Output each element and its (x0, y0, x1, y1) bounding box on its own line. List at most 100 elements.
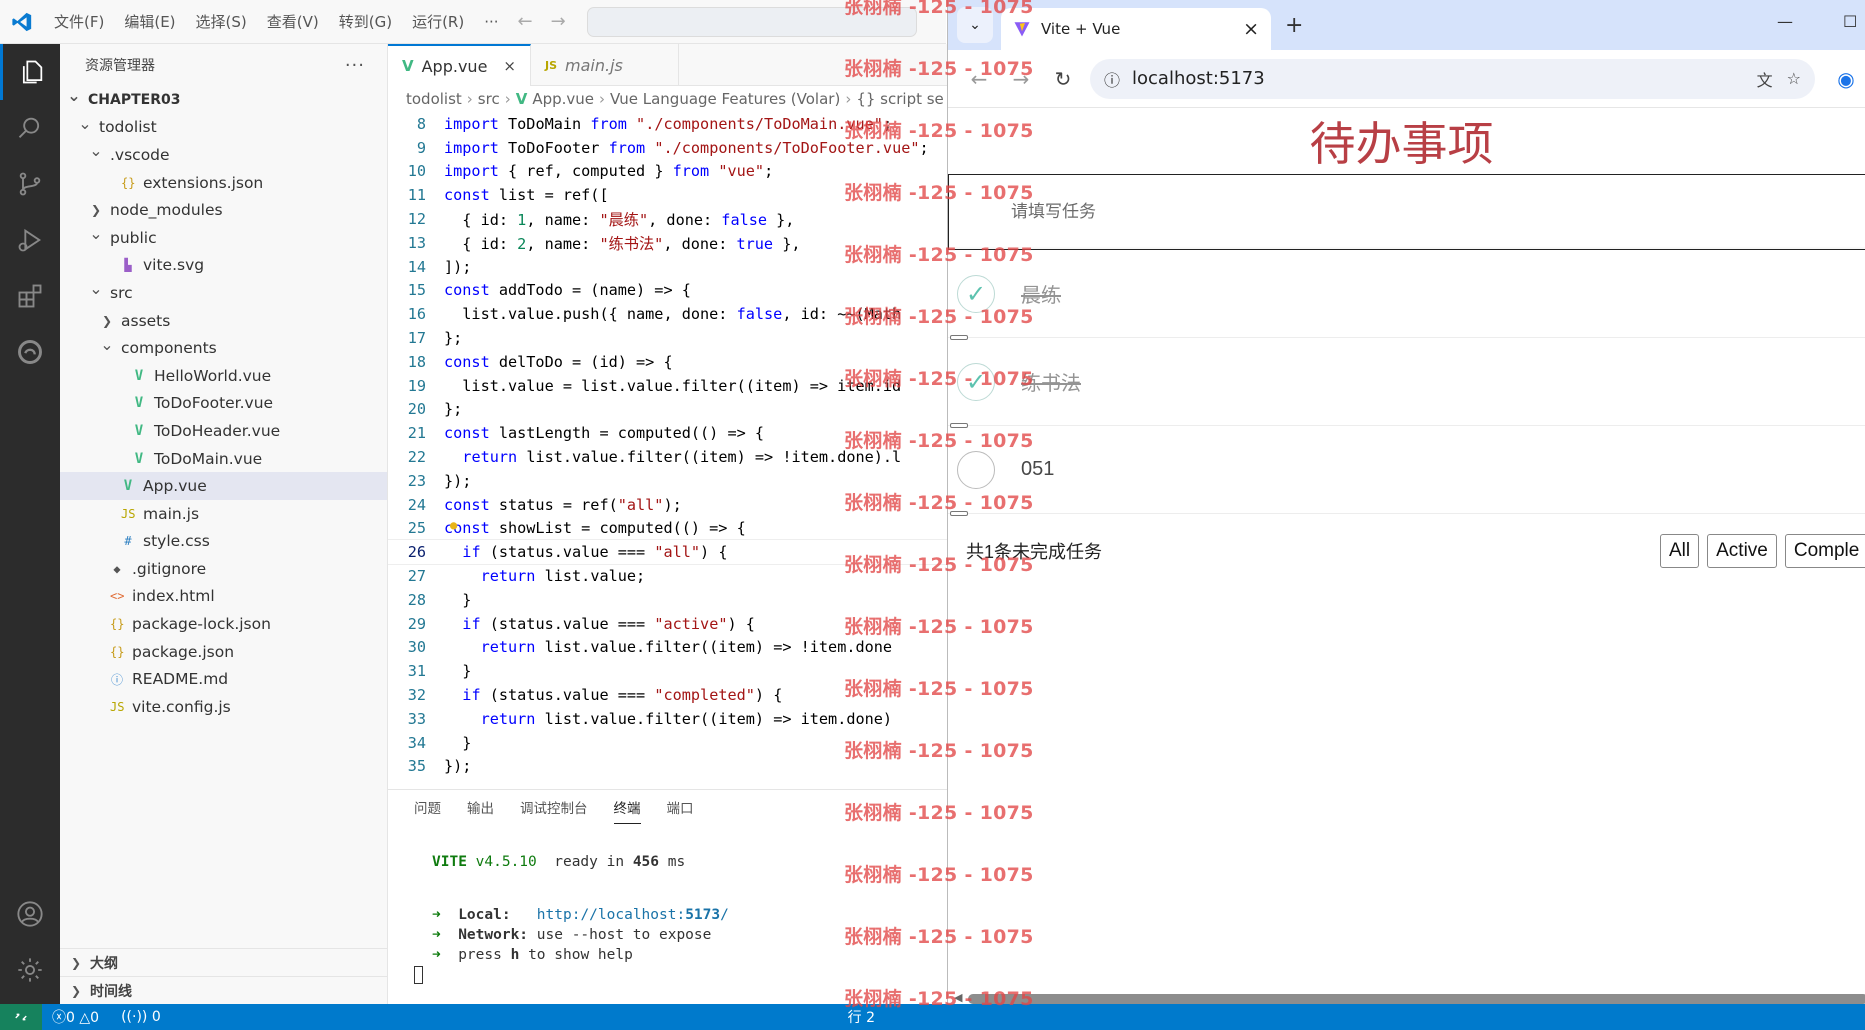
code-line[interactable]: 17}; (388, 326, 948, 350)
scroll-left-icon[interactable]: ◀ (954, 991, 962, 1004)
file-row[interactable]: JS main.js (60, 500, 387, 528)
ports-status[interactable]: ((·)) 0 (121, 1009, 161, 1025)
checked-circle-icon[interactable]: ✓ (957, 274, 995, 313)
folder-row[interactable]: ❯ node_modules (60, 196, 387, 224)
todo-label[interactable]: 练书法 (1021, 367, 1081, 396)
panel-tab[interactable]: 输出 (467, 791, 494, 823)
code-line[interactable]: 23}); (388, 469, 948, 493)
explorer-icon[interactable] (0, 44, 60, 100)
folder-row[interactable]: ⌄ .vscode (60, 141, 387, 169)
bookmark-star-icon[interactable]: ☆ (1787, 69, 1801, 88)
reload-icon[interactable]: ↻ (1052, 67, 1074, 91)
remote-icon[interactable] (0, 1004, 42, 1030)
browser-tab[interactable]: Vite + Vue × (1001, 8, 1271, 50)
code-area[interactable]: 8 import ToDoMain from "./components/ToDo… (388, 112, 948, 778)
code-line[interactable]: 29 if (status.value === "active") { (388, 612, 948, 636)
lightbulb-icon[interactable]: ● (450, 518, 457, 532)
panel-tab[interactable]: 调试控制台 (520, 791, 588, 823)
edge-browser-icon[interactable] (0, 324, 60, 380)
source-control-icon[interactable] (0, 156, 60, 212)
file-row[interactable]: {} package.json (60, 638, 387, 666)
code-line[interactable]: 22 return list.value.filter((item) => !i… (388, 445, 948, 469)
minimize-icon[interactable]: — (1777, 12, 1793, 31)
file-row[interactable]: V ToDoHeader.vue (60, 417, 387, 445)
cursor-position-status[interactable]: 行 2 (848, 1007, 875, 1027)
file-row[interactable]: {} package-lock.json (60, 610, 387, 638)
translate-icon[interactable]: 文 (1757, 67, 1773, 91)
code-line[interactable]: 18 const delToDo = (id) => { (388, 350, 948, 374)
code-line[interactable]: 34 } (388, 731, 948, 755)
file-row[interactable]: ◆ .gitignore (60, 555, 387, 583)
todo-input-box[interactable] (948, 174, 1865, 250)
folder-row[interactable]: ⌄ src (60, 279, 387, 307)
maximize-icon[interactable]: ☐ (1843, 12, 1857, 31)
folder-row[interactable]: ⌄ CHAPTER03 (60, 86, 387, 114)
address-bar[interactable]: ⓘ localhost:5173 文 ☆ (1090, 58, 1815, 99)
file-row[interactable]: ▙ vite.svg (60, 252, 387, 280)
code-line[interactable]: 21 const lastLength = computed(() => { (388, 421, 948, 445)
code-line[interactable]: 30 return list.value.filter((item) => !i… (388, 636, 948, 660)
menu-item[interactable]: 选择(S) (186, 0, 257, 44)
editor-tab[interactable]: JS main.js (531, 44, 679, 86)
code-line[interactable]: 31 } (388, 659, 948, 683)
code-line[interactable]: 27 return list.value; (388, 564, 948, 588)
menu-item[interactable]: ··· (474, 0, 508, 44)
file-row[interactable]: {} extensions.json (60, 169, 387, 197)
nav-back-icon[interactable]: ← (509, 11, 542, 32)
close-icon[interactable]: × (503, 57, 516, 75)
timeline-section[interactable]: ❯ 时间线 (60, 976, 387, 1004)
close-tab-icon[interactable]: × (1243, 18, 1259, 40)
address-url[interactable]: localhost:5173 (1132, 68, 1743, 89)
command-center-search[interactable] (586, 6, 917, 37)
search-icon[interactable] (0, 100, 60, 156)
breadcrumb-item[interactable]: Vue Language Features (Volar) (610, 90, 840, 108)
code-line[interactable]: 13 { id: 2, name: "练书法", done: true }, (388, 231, 948, 255)
code-line[interactable]: 10 import { ref, computed } from "vue"; (388, 160, 948, 184)
manage-gear-icon[interactable] (0, 942, 60, 998)
item-handle[interactable] (950, 511, 968, 516)
code-line[interactable]: 33 return list.value.filter((item) => it… (388, 707, 948, 731)
code-line[interactable]: 15 const addTodo = (name) => { (388, 279, 948, 303)
menu-item[interactable]: 运行(R) (402, 0, 474, 44)
back-arrow-icon[interactable]: ← (968, 67, 990, 91)
file-row[interactable]: V HelloWorld.vue (60, 362, 387, 390)
filter-all-button[interactable]: All (1660, 534, 1700, 568)
local-url-link[interactable]: http://localhost:5173/ (537, 907, 729, 923)
outline-section[interactable]: ❯ 大纲 (60, 948, 387, 976)
file-row[interactable]: # style.css (60, 528, 387, 556)
folder-row[interactable]: ⌄ todolist (60, 114, 387, 142)
todo-label[interactable]: 051 (1021, 458, 1054, 481)
file-row[interactable]: ⓘ README.md (60, 665, 387, 693)
todo-label[interactable]: 晨练 (1021, 279, 1061, 308)
breadcrumb-item[interactable]: src (478, 90, 500, 108)
editor-tab[interactable]: V App.vue × (388, 44, 531, 86)
code-line[interactable]: 26 if (status.value === "all") { (388, 539, 948, 566)
menu-item[interactable]: 文件(F) (44, 0, 114, 44)
checked-circle-icon[interactable]: ✓ (957, 362, 995, 401)
forward-arrow-icon[interactable]: → (1010, 67, 1032, 91)
panel-tab[interactable]: 问题 (414, 791, 441, 823)
filter-comple-button[interactable]: Comple (1784, 534, 1865, 568)
new-todo-input[interactable] (1011, 202, 1611, 222)
code-line[interactable]: 25 const showList = computed(() => {● (388, 517, 948, 541)
folder-row[interactable]: ⌄ components (60, 334, 387, 362)
breadcrumb-item[interactable]: {} script se (856, 90, 943, 108)
new-tab-button[interactable]: + (1285, 13, 1303, 38)
run-debug-icon[interactable] (0, 212, 60, 268)
file-row[interactable]: V App.vue (60, 472, 387, 500)
code-line[interactable]: 28 } (388, 588, 948, 612)
code-line[interactable]: 11 const list = ref([ (388, 183, 948, 207)
horizontal-scrollbar[interactable] (968, 994, 1865, 1004)
filter-active-button[interactable]: Active (1707, 534, 1777, 568)
profile-icon[interactable]: ◉ (1835, 67, 1857, 91)
file-row[interactable]: V ToDoFooter.vue (60, 390, 387, 418)
file-row[interactable]: <> index.html (60, 583, 387, 611)
code-line[interactable]: 32 if (status.value === "completed") { (388, 683, 948, 707)
breadcrumb-item[interactable]: todolist (406, 90, 462, 108)
account-icon[interactable] (0, 886, 60, 942)
code-line[interactable]: 20}; (388, 398, 948, 422)
site-info-icon[interactable]: ⓘ (1104, 67, 1120, 91)
menu-item[interactable]: 转到(G) (329, 0, 402, 44)
code-line[interactable]: 14]); (388, 255, 948, 279)
code-line[interactable]: 8 import ToDoMain from "./components/ToDo… (388, 112, 948, 136)
